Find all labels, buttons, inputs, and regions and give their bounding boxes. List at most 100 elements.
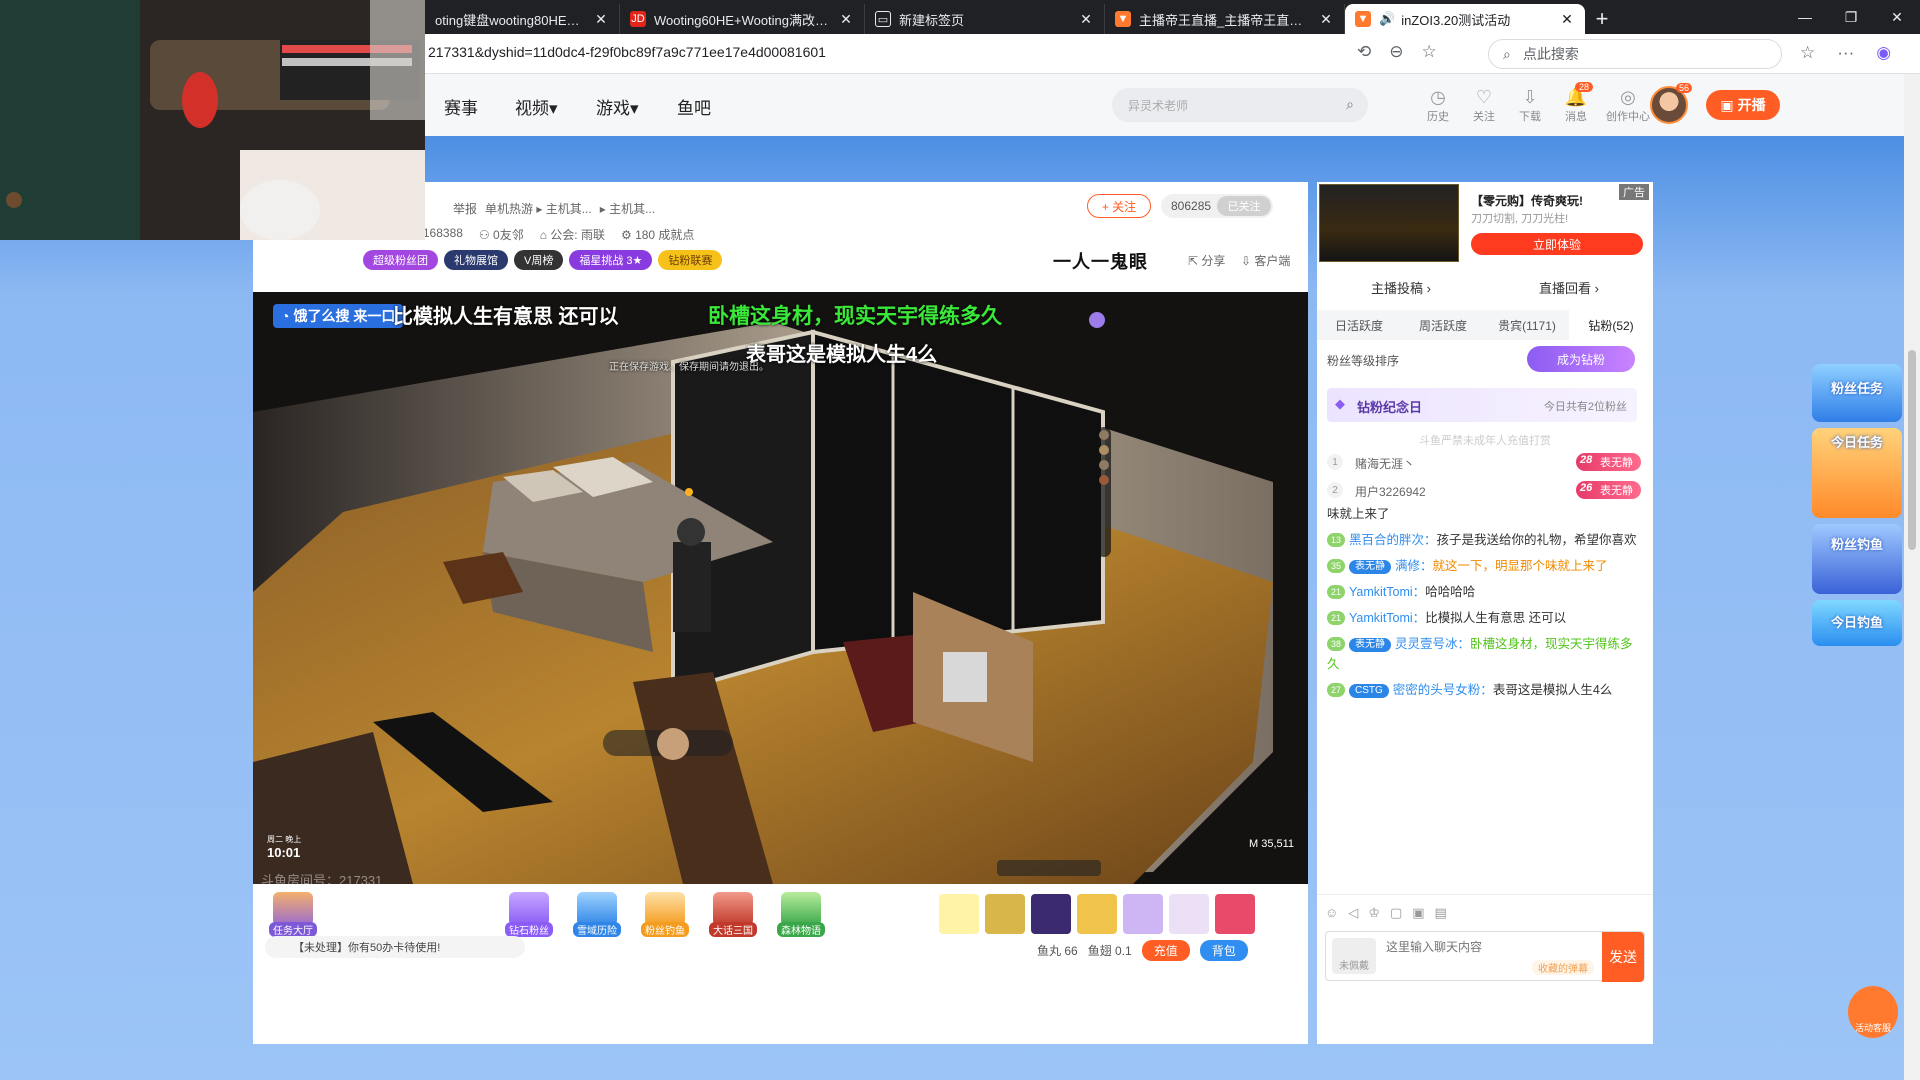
privilege-icon[interactable]: ▤ [1435, 905, 1447, 921]
restore-button[interactable]: ❐ [1828, 0, 1874, 34]
bag-button[interactable]: 背包 [1199, 940, 1248, 961]
streamer-posts-link[interactable]: 主播投稿 › [1371, 278, 1431, 308]
gift-icon-6[interactable] [1169, 894, 1209, 934]
copilot-icon[interactable]: ◉ [1876, 43, 1891, 63]
report-link[interactable]: 举报 [453, 200, 477, 217]
chat-username[interactable]: YamkitTomi： [1349, 611, 1425, 625]
client-button[interactable]: ⇩ 客户端 [1241, 252, 1290, 269]
neighbors-stat[interactable]: ⚇ 0友邻 [479, 226, 524, 243]
gift-three-kingdoms[interactable]: 大话三国 [703, 892, 763, 937]
minimize-button[interactable]: — [1782, 0, 1828, 34]
start-live-button[interactable]: ▣ 开播 [1706, 90, 1780, 120]
promo-daily-task[interactable]: 今日任务 [1812, 428, 1902, 518]
badge-lucky-challenge[interactable]: 福星挑战 3★ [569, 250, 653, 270]
badge-gift-hall[interactable]: 礼物展馆 [444, 250, 508, 270]
close-icon[interactable]: ✕ [1318, 11, 1334, 28]
fan-icon[interactable]: ▢ [1390, 905, 1402, 921]
gift-icon-7[interactable] [1215, 894, 1255, 934]
guild-stat[interactable]: ⌂ 公会: 雨联 [540, 226, 605, 243]
share-button[interactable]: ⇱ 分享 [1188, 252, 1225, 269]
gift-forest-story[interactable]: 森林物语 [771, 892, 831, 937]
charge-button[interactable]: 充值 [1141, 940, 1190, 961]
nav-history[interactable]: ◷ 历史 [1421, 86, 1455, 124]
ad-banner[interactable]: 【零元购】传奇爽玩! 刀刀切割, 刀刀光柱! 立即体验 广告 [1317, 182, 1653, 264]
gift-icon-5[interactable] [1123, 894, 1163, 934]
anniversary-card[interactable]: ◆ 钻粉纪念日 今日共有2位粉丝 [1327, 388, 1637, 422]
gift-diamond-fans[interactable]: 钻石粉丝 [499, 892, 559, 937]
customer-service-button[interactable]: 活动客服 [1848, 986, 1898, 1038]
avatar[interactable]: 56 [1650, 83, 1692, 124]
badge-weekly-rank[interactable]: V周榜 [514, 250, 564, 270]
badge-diamond-league[interactable]: 钻粉联赛 [658, 250, 723, 270]
notice-bar[interactable]: 【未处理】你有50办卡待使用! [265, 936, 525, 958]
tab-weekly[interactable]: 周活跃度 [1401, 310, 1485, 340]
nav-messages[interactable]: 🔔 28 消息 [1559, 82, 1593, 124]
speaker-icon[interactable]: 🔊 [1379, 11, 1395, 27]
chat-username[interactable]: 灵灵壹号冰： [1395, 637, 1470, 651]
browser-tab-1[interactable]: JD Wooting60HE+Wooting满改80HE ✕ [620, 4, 865, 34]
ad-cta-button[interactable]: 立即体验 [1471, 233, 1643, 255]
browser-tab-3[interactable]: ▼ 主播帝王直播_主播帝王直播_主播 ✕ [1105, 4, 1345, 34]
favorites-icon[interactable]: ☆ [1800, 43, 1815, 63]
tab-diamond-fans[interactable]: 钻粉(52) [1569, 310, 1653, 340]
promo-today-fishing[interactable]: 今日钓鱼 [1812, 600, 1902, 646]
saved-danmaku-button[interactable]: 收藏的弹幕 [1532, 960, 1594, 975]
become-diamond-button[interactable]: 成为钻粉 [1527, 346, 1635, 372]
sponsor-pill[interactable]: ◔ 饿了么搜 来一口 [273, 304, 404, 328]
nav-item-video[interactable]: 视频▾ [515, 94, 558, 119]
tab-vip[interactable]: 贵宾(1171) [1485, 310, 1569, 340]
nav-item-fishbar[interactable]: 鱼吧 [677, 94, 711, 119]
task-hall[interactable]: 任务大厅 [263, 892, 323, 937]
browser-tab-2[interactable]: ▭ 新建标签页 ✕ [865, 4, 1105, 34]
chat-username[interactable]: YamkitTomi： [1349, 585, 1425, 599]
promo-fan-task[interactable]: 粉丝任务 [1812, 364, 1902, 422]
replay-link[interactable]: 直播回看 › [1539, 278, 1599, 308]
gift-fan-fishing[interactable]: 粉丝钓鱼 [635, 892, 695, 937]
close-icon[interactable]: ✕ [1078, 11, 1094, 28]
nav-download[interactable]: ⇩ 下载 [1513, 86, 1547, 124]
rank-row[interactable]: 1 赌海无涯丶 28 表无静 [1327, 450, 1643, 476]
nav-item-events[interactable]: 赛事 [444, 94, 478, 119]
new-tab-button[interactable]: + [1585, 4, 1619, 34]
browser-tab-0[interactable]: oting键盘wooting80HE磁轴键 ✕ [425, 4, 620, 34]
breadcrumb-category[interactable]: 单机热游 ▸ 主机其... [485, 200, 592, 217]
gift-icon-1[interactable] [939, 894, 979, 934]
badge-super-fans[interactable]: 超级粉丝团 [363, 250, 438, 270]
page-scrollbar[interactable] [1904, 74, 1920, 1080]
send-button[interactable]: 发送 [1602, 932, 1644, 982]
noble-icon[interactable]: ▣ [1412, 905, 1424, 921]
nav-follow[interactable]: ♡ 关注 [1467, 86, 1501, 124]
scrollbar-thumb[interactable] [1908, 350, 1916, 550]
close-icon[interactable]: ✕ [1559, 11, 1575, 28]
gift-icon-3[interactable] [1031, 894, 1071, 934]
browser-tab-4[interactable]: ▼ 🔊 inZOI3.20测试活动 ✕ [1345, 4, 1585, 34]
nav-creator[interactable]: ◎ 创作中心 [1605, 86, 1651, 124]
chat-username[interactable]: 满修： [1395, 559, 1433, 573]
url-text[interactable]: 217331&dyshid=11d0dc4-f29f0bc89f7a9c771e… [428, 44, 826, 60]
breadcrumb-subcategory[interactable]: ▸ 主机其... [600, 200, 655, 217]
translate-icon[interactable]: ⟲ [1357, 42, 1371, 62]
chat-username[interactable]: 黑百合的胖次： [1349, 533, 1437, 547]
rank-row[interactable]: 2 用户3226942 26 表无静 [1327, 478, 1643, 504]
gift-icon-2[interactable] [985, 894, 1025, 934]
chat-username[interactable]: 密密的头号女粉： [1393, 683, 1493, 697]
horn-icon[interactable]: ◁ [1348, 905, 1358, 921]
more-icon[interactable]: ··· [1837, 43, 1854, 63]
close-icon[interactable]: ✕ [593, 11, 609, 28]
star-icon[interactable]: ☆ [1422, 42, 1437, 62]
unequipped-badge[interactable]: 未佩戴 [1332, 938, 1376, 974]
ad-tag[interactable]: 广告 [1619, 184, 1649, 200]
reader-icon[interactable]: ⊖ [1389, 42, 1403, 62]
emoji-icon[interactable]: ☺ [1325, 905, 1338, 921]
video-player[interactable]: ◔ 饿了么搜 来一口 比模拟人生有意思 还可以 卧槽这身材，现实天宇得练多久 表哥… [253, 292, 1308, 884]
gift-icon-4[interactable] [1077, 894, 1117, 934]
site-search-input[interactable]: 异灵术老师 ⌕ [1112, 88, 1368, 122]
nav-item-games[interactable]: 游戏▾ [596, 94, 639, 119]
close-icon[interactable]: ✕ [838, 11, 854, 28]
chat-input[interactable] [1386, 940, 1566, 954]
crown-icon[interactable]: ♔ [1368, 905, 1380, 921]
achievement-stat[interactable]: ⚙ 180 成就点 [621, 226, 694, 243]
gift-snow-adventure[interactable]: 雪域历险 [567, 892, 627, 937]
follow-button[interactable]: + 关注 [1087, 194, 1151, 218]
promo-fan-fishing[interactable]: 粉丝钓鱼 [1812, 524, 1902, 594]
